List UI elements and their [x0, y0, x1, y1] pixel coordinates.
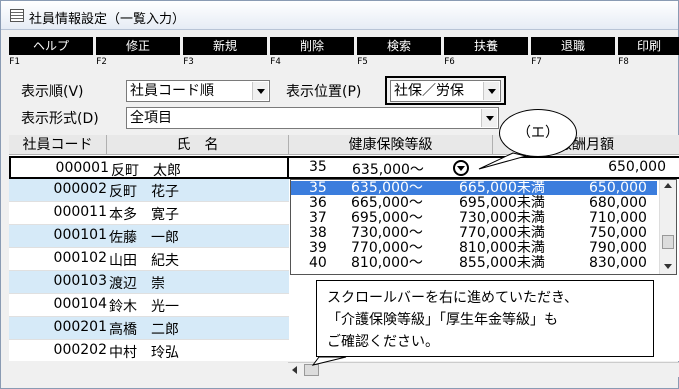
bubble-pointer — [478, 152, 527, 170]
callout-line: 「介護保険等級」「厚生年金等級」も — [327, 312, 558, 328]
callout-line: スクロールバーを右に進めていただき、 — [327, 290, 579, 306]
callout-line: ご確認ください。 — [327, 334, 439, 350]
annotation-bubble: （エ） — [499, 109, 577, 157]
annotation-callout: スクロールバーを右に進めていただき、 「介護保険等級」「厚生年金等級」も ご確認… — [316, 280, 654, 357]
app-window: 社員情報設定（一覧入力） ヘルプ 修正 新規 削除 検索 扶養 退職 印刷 F1… — [0, 0, 679, 389]
callout-pointer — [311, 356, 347, 366]
